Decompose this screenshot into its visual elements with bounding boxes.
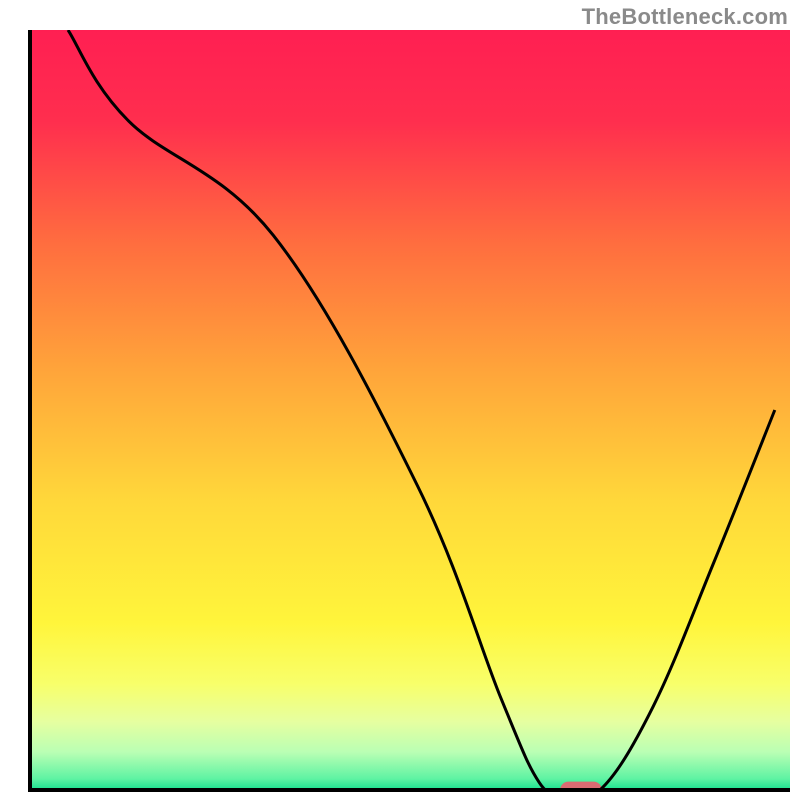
bottleneck-chart: [0, 0, 800, 800]
chart-container: TheBottleneck.com: [0, 0, 800, 800]
watermark-text: TheBottleneck.com: [582, 4, 788, 30]
gradient-background: [30, 30, 790, 790]
